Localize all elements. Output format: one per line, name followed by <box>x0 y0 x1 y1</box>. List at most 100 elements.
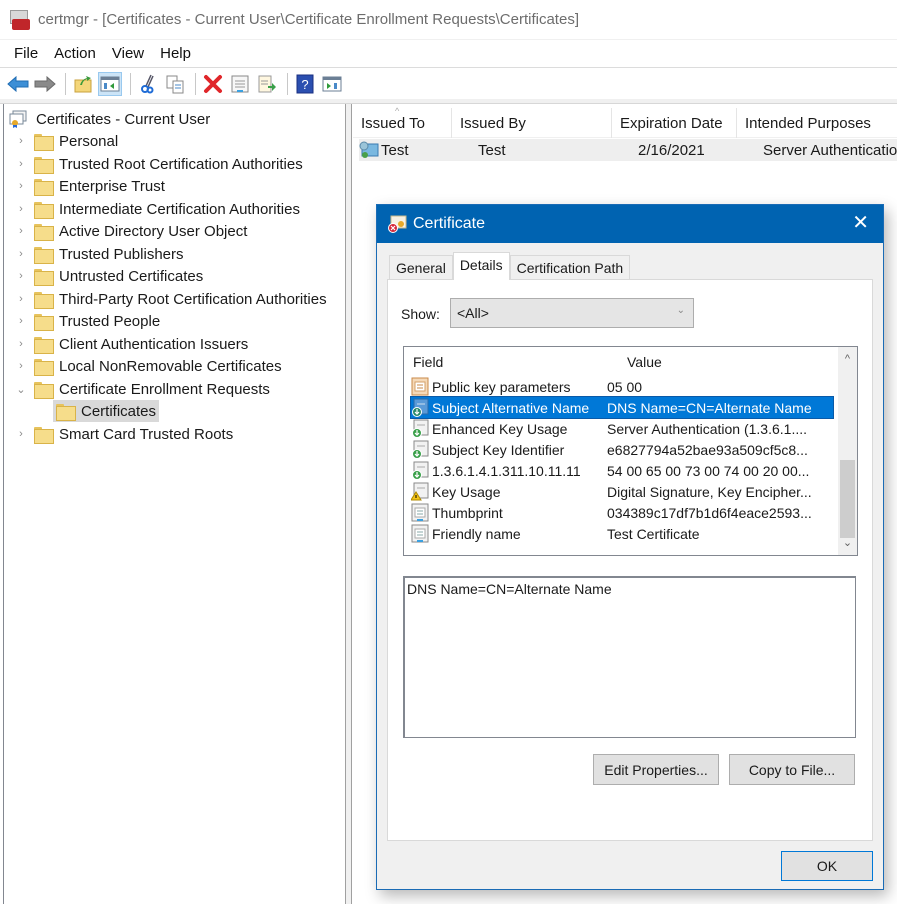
tree-item-intermediate-ca[interactable]: › Intermediate Certification Authorities <box>4 198 300 220</box>
menu-file[interactable]: File <box>6 45 46 62</box>
toolbar-separator <box>65 72 66 95</box>
cut-button[interactable] <box>136 72 160 96</box>
up-one-level-button[interactable] <box>71 72 95 96</box>
menu-help[interactable]: Help <box>152 45 199 62</box>
column-intended-purposes[interactable]: Intended Purposes <box>737 108 897 138</box>
folder-icon <box>34 134 54 151</box>
certificates-store-icon <box>9 110 27 128</box>
field-row[interactable]: Public key parameters 05 00 <box>411 376 833 397</box>
tree-root-label: Certificates - Current User <box>36 110 211 128</box>
tree-item-enterprise-trust[interactable]: › Enterprise Trust <box>4 175 165 197</box>
folder-icon <box>34 202 54 219</box>
expand-chevron-icon[interactable]: › <box>14 203 28 215</box>
console-tree: Certificates - Current User › Personal › T… <box>3 104 346 904</box>
fields-scrollbar[interactable]: ^ ⌄ <box>838 347 857 555</box>
column-issued-to[interactable]: ^ Issued To <box>353 106 452 138</box>
forward-button[interactable] <box>33 72 57 96</box>
menu-action[interactable]: Action <box>46 45 104 62</box>
tree-root[interactable]: Certificates - Current User <box>8 109 210 129</box>
cell-issued-to: Test <box>381 141 409 159</box>
folder-icon <box>34 247 54 264</box>
scroll-up-icon[interactable]: ^ <box>838 350 857 368</box>
tree-item-trusted-people[interactable]: › Trusted People <box>4 310 160 332</box>
toolbar-separator <box>287 72 288 95</box>
scrollbar-thumb[interactable] <box>840 460 855 538</box>
column-value[interactable]: Value <box>627 354 662 370</box>
list-header: ^ Issued To Issued By Expiration Date Int… <box>353 106 897 138</box>
expand-chevron-icon[interactable]: › <box>14 293 28 305</box>
field-row[interactable]: Friendly name Test Certificate <box>411 523 833 544</box>
tree-item-local-nonremovable[interactable]: › Local NonRemovable Certificates <box>4 355 282 377</box>
scroll-down-icon[interactable]: ⌄ <box>838 534 857 552</box>
column-expiration-date[interactable]: Expiration Date <box>612 108 737 138</box>
delete-icon <box>204 74 222 93</box>
folder-icon <box>34 427 54 444</box>
extension-icon <box>412 461 429 480</box>
show-hide-console-tree-button[interactable] <box>98 71 122 96</box>
properties-icon <box>231 75 249 92</box>
tree-item-certificate-enrollment-requests[interactable]: ⌄ Certificate Enrollment Requests <box>4 378 270 400</box>
details-panel: Show: <All> ⌄ Field Value Public key par… <box>387 279 873 841</box>
show-action-pane-button[interactable] <box>320 72 344 96</box>
expand-chevron-icon[interactable]: › <box>14 158 28 170</box>
folder-icon <box>34 179 54 196</box>
folder-icon <box>34 314 54 331</box>
window-title: certmgr - [Certificates - Current User\C… <box>38 11 579 28</box>
expand-chevron-icon[interactable]: › <box>14 428 28 440</box>
table-row[interactable]: Test Test 2/16/2021 Server Authenticatio… <box>359 139 897 161</box>
expand-chevron-icon[interactable]: › <box>14 360 28 372</box>
show-dropdown[interactable]: <All> ⌄ <box>450 298 694 328</box>
tree-item-third-party-root[interactable]: › Third-Party Root Certification Authorit… <box>4 288 327 310</box>
delete-button[interactable] <box>201 72 225 96</box>
expand-chevron-icon[interactable]: › <box>14 270 28 282</box>
field-row[interactable]: Enhanced Key Usage Server Authentication… <box>411 418 833 439</box>
menu-bar: File Action View Help <box>0 40 897 67</box>
column-issued-by[interactable]: Issued By <box>452 108 612 138</box>
dialog-title: Certificate <box>413 215 486 232</box>
forward-arrow-icon <box>34 75 56 92</box>
back-button[interactable] <box>6 72 30 96</box>
tree-item-enrollment-certificates[interactable]: Certificates <box>53 400 160 422</box>
copy-button[interactable] <box>163 72 187 96</box>
tree-item-smart-card-trusted-roots[interactable]: › Smart Card Trusted Roots <box>4 423 233 445</box>
ok-button[interactable]: OK <box>781 851 873 881</box>
copy-icon <box>166 75 184 93</box>
tree-item-client-auth-issuers[interactable]: › Client Authentication Issuers <box>4 333 248 355</box>
field-row[interactable]: Key Usage Digital Signature, Key Enciphe… <box>411 481 833 502</box>
export-list-button[interactable] <box>255 72 279 96</box>
edit-properties-button[interactable]: Edit Properties... <box>593 754 719 785</box>
folder-icon <box>56 404 76 421</box>
tree-item-untrusted-certificates[interactable]: › Untrusted Certificates <box>4 265 203 287</box>
collapse-chevron-icon[interactable]: ⌄ <box>14 383 28 396</box>
expand-chevron-icon[interactable]: › <box>14 338 28 350</box>
column-field[interactable]: Field <box>413 354 443 370</box>
tree-item-trusted-publishers[interactable]: › Trusted Publishers <box>4 243 184 265</box>
field-row-selected[interactable]: Subject Alternative Name DNS Name=CN=Alt… <box>410 396 834 419</box>
expand-chevron-icon[interactable]: › <box>14 135 28 147</box>
expand-chevron-icon[interactable]: › <box>14 248 28 260</box>
tree-item-personal[interactable]: › Personal <box>4 130 118 152</box>
field-value-textbox[interactable]: DNS Name=CN=Alternate Name <box>403 576 856 738</box>
field-row[interactable]: Subject Key Identifier e6827794a52bae93a… <box>411 439 833 460</box>
toolbar: ? <box>0 67 897 99</box>
close-icon[interactable]: ✕ <box>852 213 869 233</box>
tree-item-trusted-root[interactable]: › Trusted Root Certification Authorities <box>4 153 303 175</box>
expand-chevron-icon[interactable]: › <box>14 315 28 327</box>
sort-ascending-icon: ^ <box>395 106 400 116</box>
tab-certification-path[interactable]: Certification Path <box>509 255 631 279</box>
menu-view[interactable]: View <box>104 45 152 62</box>
tab-details[interactable]: Details <box>452 252 510 280</box>
field-row[interactable]: Thumbprint 034389c17df7b1d6f4eace2593... <box>411 502 833 523</box>
field-row[interactable]: 1.3.6.1.4.1.311.10.11.11 54 00 65 00 73 … <box>411 460 833 481</box>
cell-intended-purposes: Server Authentication <box>763 141 897 159</box>
tree-item-active-directory-user-object[interactable]: › Active Directory User Object <box>4 220 247 242</box>
help-button[interactable]: ? <box>293 72 317 96</box>
folder-icon <box>34 157 54 174</box>
properties-button[interactable] <box>228 72 252 96</box>
expand-chevron-icon[interactable]: › <box>14 180 28 192</box>
tab-general[interactable]: General <box>389 255 453 279</box>
pane-splitter[interactable] <box>346 104 352 904</box>
copy-to-file-button[interactable]: Copy to File... <box>729 754 855 785</box>
property-icon <box>411 377 429 396</box>
expand-chevron-icon[interactable]: › <box>14 225 28 237</box>
